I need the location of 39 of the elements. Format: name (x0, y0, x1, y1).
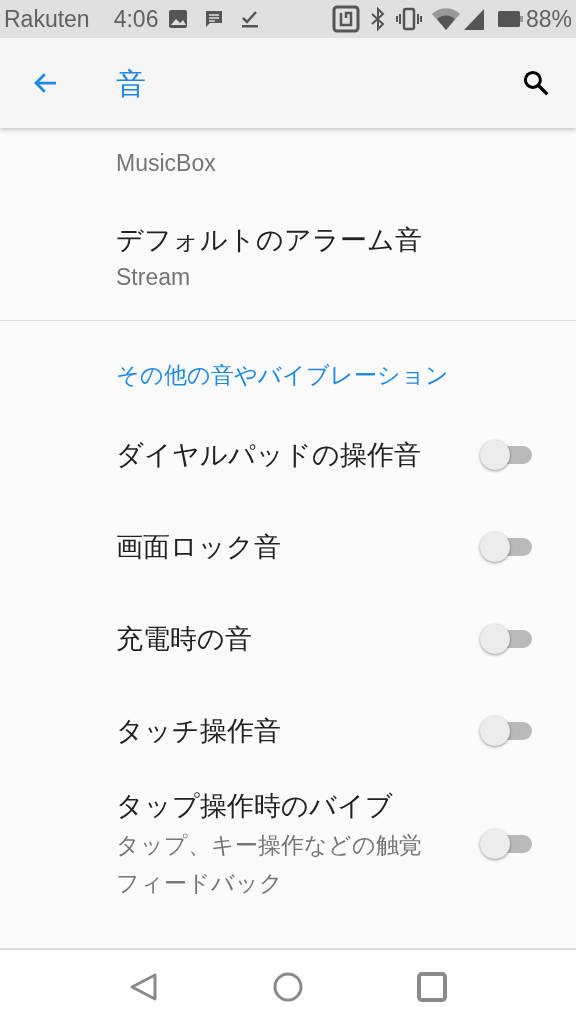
section-header: その他の音やバイブレーション (115, 361, 450, 390)
setting-title: タッチ操作音 (116, 715, 282, 748)
bluetooth-icon (369, 7, 386, 31)
setting-title: 充電時の音 (116, 623, 253, 656)
toggle-row[interactable]: タップ操作時のバイブ タップ、キー操作などの触覚フィードバック (0, 777, 576, 905)
circle-icon (272, 971, 304, 1003)
setting-title: ダイヤルパッドの操作音 (116, 439, 422, 472)
setting-item[interactable]: デフォルトのアラーム音 Stream (0, 200, 576, 320)
setting-title: タップ操作時のバイブ (116, 790, 394, 823)
battery-icon (497, 11, 524, 27)
toggle-switch[interactable] (480, 829, 532, 859)
setting-value: MusicBox (116, 149, 217, 178)
signal-icon (463, 8, 484, 30)
toggle-row[interactable]: ダイヤルパッドの操作音 (0, 409, 576, 501)
setting-description: タップ、キー操作などの触覚フィードバック (116, 831, 423, 898)
check-icon (240, 9, 261, 29)
setting-item[interactable]: MusicBox (0, 128, 576, 200)
battery-percent: 88% (525, 4, 572, 34)
page-title: 音 (116, 65, 146, 102)
toggle-row[interactable]: 画面ロック音 (0, 501, 576, 593)
triangle-icon (128, 971, 160, 1003)
setting-value: Stream (116, 263, 192, 292)
toggle-switch[interactable] (480, 532, 532, 562)
setting-title: 画面ロック音 (116, 531, 282, 564)
nfc-icon (331, 5, 360, 33)
toggle-switch[interactable] (480, 716, 532, 746)
square-icon (416, 971, 448, 1003)
search-icon (521, 68, 551, 98)
toggle-row[interactable]: タッチ操作音 (0, 685, 576, 777)
setting-title: デフォルトのアラーム音 (116, 224, 423, 257)
message-icon (204, 9, 225, 29)
toggle-switch[interactable] (480, 624, 532, 654)
carrier-label: Rakuten (4, 4, 90, 34)
toggle-row[interactable]: 充電時の音 (0, 593, 576, 685)
image-icon (168, 9, 189, 29)
toggle-switch[interactable] (480, 440, 532, 470)
vibrate-icon (395, 7, 422, 31)
clock: 4:06 (113, 4, 159, 34)
wifi-icon (431, 8, 460, 30)
